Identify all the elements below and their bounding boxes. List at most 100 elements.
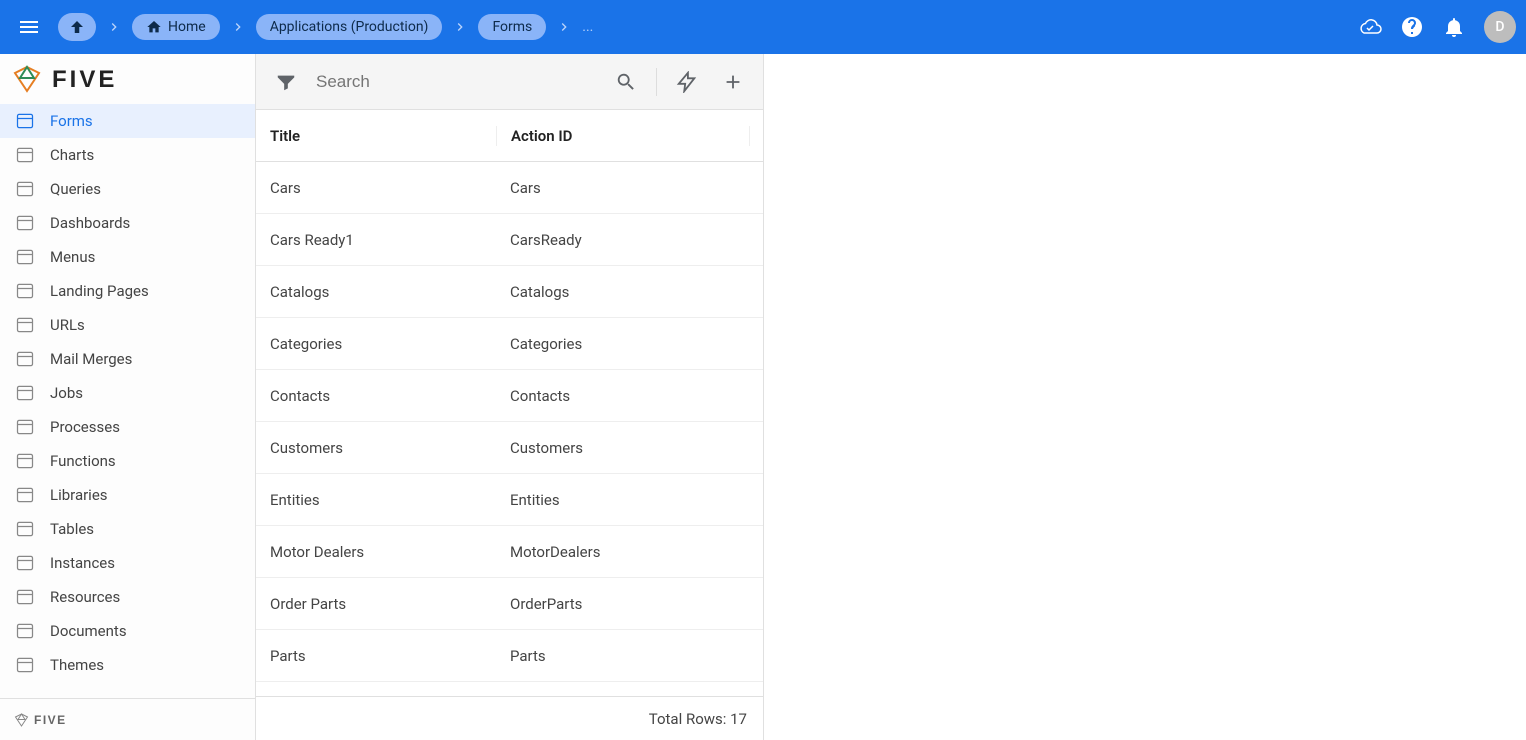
breadcrumb-forms-label: Forms bbox=[492, 19, 532, 35]
sidebar-item-label: Menus bbox=[50, 248, 95, 266]
breadcrumb-applications[interactable]: Applications (Production) bbox=[256, 14, 443, 40]
sidebar-item-icon bbox=[14, 552, 36, 574]
sidebar-item-label: Functions bbox=[50, 452, 116, 470]
table-row[interactable]: CatalogsCatalogs bbox=[256, 266, 763, 318]
sidebar-item-icon bbox=[14, 314, 36, 336]
table-row[interactable]: PartsParts bbox=[256, 630, 763, 682]
user-avatar[interactable]: D bbox=[1484, 11, 1516, 43]
sidebar-item-menus[interactable]: Menus bbox=[0, 240, 255, 274]
filter-button[interactable] bbox=[266, 62, 306, 102]
notifications-button[interactable] bbox=[1442, 15, 1466, 39]
plus-icon bbox=[722, 71, 744, 93]
sidebar-item-urls[interactable]: URLs bbox=[0, 308, 255, 342]
list-panel: Title Action ID CarsCarsCars Ready1CarsR… bbox=[256, 54, 764, 740]
table-row[interactable]: CarsCars bbox=[256, 162, 763, 214]
search-input[interactable] bbox=[312, 68, 600, 96]
avatar-letter: D bbox=[1495, 19, 1504, 35]
column-header-action-id[interactable]: Action ID bbox=[496, 126, 749, 146]
sidebar: FIVE Forms Charts Queries Dashboards Menus La… bbox=[0, 54, 256, 740]
sidebar-item-landing-pages[interactable]: Landing Pages bbox=[0, 274, 255, 308]
cloud-sync-button[interactable] bbox=[1358, 15, 1382, 39]
cell-action-id: Parts bbox=[496, 646, 763, 666]
column-header-title[interactable]: Title bbox=[256, 127, 496, 145]
sidebar-item-documents[interactable]: Documents bbox=[0, 614, 255, 648]
help-icon bbox=[1400, 15, 1424, 39]
breadcrumb-home[interactable]: Home bbox=[132, 14, 220, 40]
cell-action-id: Catalogs bbox=[496, 282, 763, 302]
sidebar-item-dashboards[interactable]: Dashboards bbox=[0, 206, 255, 240]
cell-title: Customers bbox=[256, 439, 496, 457]
sidebar-item-label: Documents bbox=[50, 622, 127, 640]
sidebar-item-icon bbox=[14, 212, 36, 234]
bell-icon bbox=[1442, 15, 1466, 39]
cell-action-id: Customers bbox=[496, 438, 763, 458]
sidebar-item-icon bbox=[14, 144, 36, 166]
sidebar-item-forms[interactable]: Forms bbox=[0, 104, 255, 138]
column-header-end bbox=[749, 126, 763, 146]
list-toolbar bbox=[256, 54, 763, 110]
sidebar-footer: FIVE bbox=[0, 698, 255, 740]
chevron-right-icon bbox=[230, 19, 246, 35]
sidebar-item-functions[interactable]: Functions bbox=[0, 444, 255, 478]
sidebar-item-label: URLs bbox=[50, 316, 85, 334]
sidebar-item-icon bbox=[14, 654, 36, 676]
add-button[interactable] bbox=[713, 62, 753, 102]
bolt-button[interactable] bbox=[667, 62, 707, 102]
cell-title: Categories bbox=[256, 335, 496, 353]
sidebar-item-label: Queries bbox=[50, 180, 101, 198]
cell-title: Cars Ready1 bbox=[256, 231, 496, 249]
svg-text:FIVE: FIVE bbox=[34, 713, 67, 727]
sidebar-item-tables[interactable]: Tables bbox=[0, 512, 255, 546]
sidebar-item-themes[interactable]: Themes bbox=[0, 648, 255, 682]
sidebar-item-resources[interactable]: Resources bbox=[0, 580, 255, 614]
sidebar-item-icon bbox=[14, 484, 36, 506]
sidebar-item-mail-merges[interactable]: Mail Merges bbox=[0, 342, 255, 376]
search-button[interactable] bbox=[606, 62, 646, 102]
cell-action-id: Entities bbox=[496, 490, 763, 510]
logo: FIVE bbox=[0, 54, 255, 104]
cell-title: Motor Dealers bbox=[256, 543, 496, 561]
five-logo-small-icon: FIVE bbox=[14, 711, 104, 729]
cell-action-id: CarsReady bbox=[496, 230, 763, 250]
cell-title: Entities bbox=[256, 491, 496, 509]
cloud-sync-icon bbox=[1358, 14, 1382, 40]
hamburger-menu-button[interactable] bbox=[10, 8, 48, 46]
sidebar-item-icon bbox=[14, 348, 36, 370]
sidebar-item-libraries[interactable]: Libraries bbox=[0, 478, 255, 512]
chevron-right-icon bbox=[556, 19, 572, 35]
sidebar-item-icon bbox=[14, 586, 36, 608]
filter-icon bbox=[275, 71, 297, 93]
sidebar-item-instances[interactable]: Instances bbox=[0, 546, 255, 580]
help-button[interactable] bbox=[1400, 15, 1424, 39]
sidebar-item-jobs[interactable]: Jobs bbox=[0, 376, 255, 410]
table-row[interactable]: EntitiesEntities bbox=[256, 474, 763, 526]
bolt-icon bbox=[676, 71, 698, 93]
sidebar-list[interactable]: Forms Charts Queries Dashboards Menus Landing… bbox=[0, 104, 255, 698]
table-row[interactable]: CategoriesCategories bbox=[256, 318, 763, 370]
sidebar-item-label: Charts bbox=[50, 146, 94, 164]
sidebar-item-queries[interactable]: Queries bbox=[0, 172, 255, 206]
hamburger-icon bbox=[17, 15, 41, 39]
table-row[interactable]: ContactsContacts bbox=[256, 370, 763, 422]
sidebar-item-processes[interactable]: Processes bbox=[0, 410, 255, 444]
table-row[interactable]: Order PartsOrderParts bbox=[256, 578, 763, 630]
breadcrumb-up[interactable] bbox=[58, 13, 96, 41]
table-row[interactable]: CustomersCustomers bbox=[256, 422, 763, 474]
sidebar-item-icon bbox=[14, 246, 36, 268]
breadcrumb-forms[interactable]: Forms bbox=[478, 14, 546, 40]
breadcrumb-home-label: Home bbox=[168, 19, 206, 35]
table-row[interactable]: Motor DealersMotorDealers bbox=[256, 526, 763, 578]
svg-text:FIVE: FIVE bbox=[52, 66, 117, 93]
table-footer: Total Rows: 17 bbox=[256, 696, 763, 740]
five-logo-icon: FIVE bbox=[12, 64, 192, 94]
sidebar-item-charts[interactable]: Charts bbox=[0, 138, 255, 172]
sidebar-item-label: Mail Merges bbox=[50, 350, 132, 368]
table-row[interactable]: Cars Ready1CarsReady bbox=[256, 214, 763, 266]
sidebar-item-label: Dashboards bbox=[50, 214, 130, 232]
cell-title: Contacts bbox=[256, 387, 496, 405]
table-header: Title Action ID bbox=[256, 110, 763, 162]
sidebar-item-icon bbox=[14, 450, 36, 472]
table-body[interactable]: CarsCarsCars Ready1CarsReadyCatalogsCata… bbox=[256, 162, 763, 696]
sidebar-item-icon bbox=[14, 620, 36, 642]
cell-title: Catalogs bbox=[256, 283, 496, 301]
